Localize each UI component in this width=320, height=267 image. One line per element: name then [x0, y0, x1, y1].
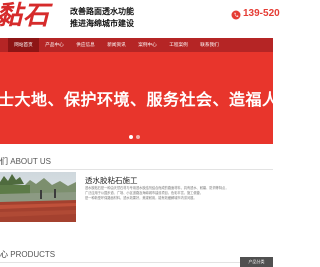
site-logo[interactable]: 黏石: [0, 1, 50, 31]
nav-item-supply[interactable]: 供应信息: [70, 42, 101, 48]
about-heading[interactable]: 透水胶粘石施工: [85, 175, 138, 186]
products-title-cn: 心: [0, 250, 8, 259]
nav-item-contact[interactable]: 联系我们: [194, 42, 225, 48]
banner-headline: 士大地、保护环境、服务社会、造福人: [0, 90, 273, 109]
banner-pagination: [129, 135, 140, 139]
about-title-en: ABOUT US: [10, 157, 51, 166]
products-divider: [0, 262, 273, 263]
nav-item-projects[interactable]: 工程案例: [163, 42, 194, 48]
about-divider: [0, 169, 273, 170]
nav-item-cases[interactable]: 案例中心: [132, 42, 163, 48]
banner-dot-2[interactable]: [136, 135, 140, 139]
products-section-title: 心 PRODUCTS: [0, 249, 55, 260]
phone-icon: [231, 10, 241, 20]
hero-banner[interactable]: 士大地、保护环境、服务社会、造福人: [0, 52, 273, 144]
slogan-line-2: 推进海绵城市建设: [70, 19, 134, 28]
about-title-cn: 们: [0, 157, 8, 166]
main-nav: 网站首页 产品中心 供应信息 新闻资讯 案例中心 工程案例 联系我们: [0, 38, 273, 52]
nav-item-news[interactable]: 新闻资讯: [101, 42, 132, 48]
about-photo: [0, 172, 76, 222]
nav-item-home[interactable]: 网站首页: [8, 38, 39, 52]
about-body: 透水胶粘石是一种由天然石材与专用透水胶结剂结合而成的路面材料，具有透水、耐磨、防…: [85, 186, 269, 201]
nav-item-products[interactable]: 产品中心: [39, 42, 70, 48]
slogan-line-1: 改善路面透水功能: [70, 7, 134, 16]
banner-dot-1[interactable]: [129, 135, 133, 139]
about-body-line: 是一种新型环保路面材料，透水效果好，美观耐用，能有效缓解城市内涝问题。: [85, 196, 197, 200]
products-title-en: PRODUCTS: [10, 250, 56, 259]
header-slogan: 改善路面透水功能 推进海绵城市建设: [70, 6, 134, 30]
header-phone[interactable]: 139-520: [243, 8, 280, 19]
site-header: 黏石 改善路面透水功能 推进海绵城市建设 139-520: [0, 0, 280, 38]
about-section-title: 们 ABOUT US: [0, 156, 51, 167]
product-category-tab[interactable]: 产品分类: [240, 257, 273, 267]
